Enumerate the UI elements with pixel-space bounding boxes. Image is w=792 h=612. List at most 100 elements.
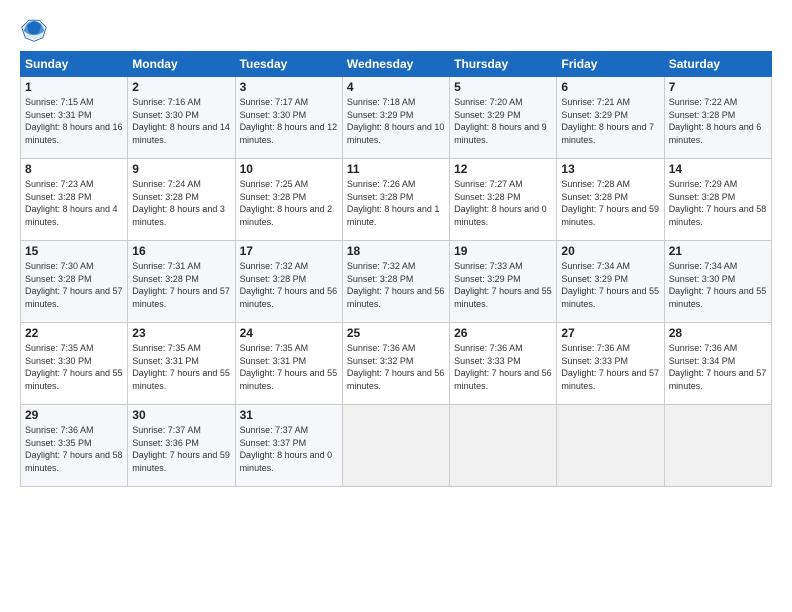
day-info: Sunrise: 7:28 AMSunset: 3:28 PMDaylight:…: [561, 178, 659, 228]
day-number: 21: [669, 244, 767, 258]
calendar-cell: 8 Sunrise: 7:23 AMSunset: 3:28 PMDayligh…: [21, 159, 128, 241]
calendar-cell: 3 Sunrise: 7:17 AMSunset: 3:30 PMDayligh…: [235, 77, 342, 159]
calendar-cell: 17 Sunrise: 7:32 AMSunset: 3:28 PMDaylig…: [235, 241, 342, 323]
header: [20, 15, 772, 43]
day-info: Sunrise: 7:36 AMSunset: 3:33 PMDaylight:…: [454, 342, 552, 392]
day-info: Sunrise: 7:35 AMSunset: 3:31 PMDaylight:…: [132, 342, 230, 392]
calendar-cell: 1 Sunrise: 7:15 AMSunset: 3:31 PMDayligh…: [21, 77, 128, 159]
day-header-wednesday: Wednesday: [342, 52, 449, 77]
day-number: 15: [25, 244, 123, 258]
calendar-cell: 25 Sunrise: 7:36 AMSunset: 3:32 PMDaylig…: [342, 323, 449, 405]
day-info: Sunrise: 7:30 AMSunset: 3:28 PMDaylight:…: [25, 260, 123, 310]
day-info: Sunrise: 7:36 AMSunset: 3:33 PMDaylight:…: [561, 342, 659, 392]
calendar-cell: 31 Sunrise: 7:37 AMSunset: 3:37 PMDaylig…: [235, 405, 342, 487]
day-info: Sunrise: 7:18 AMSunset: 3:29 PMDaylight:…: [347, 96, 445, 146]
day-info: Sunrise: 7:37 AMSunset: 3:36 PMDaylight:…: [132, 424, 230, 474]
day-number: 9: [132, 162, 230, 176]
day-number: 28: [669, 326, 767, 340]
calendar-cell: [342, 405, 449, 487]
day-number: 17: [240, 244, 338, 258]
day-info: Sunrise: 7:36 AMSunset: 3:35 PMDaylight:…: [25, 424, 123, 474]
day-number: 29: [25, 408, 123, 422]
day-number: 19: [454, 244, 552, 258]
calendar-cell: 22 Sunrise: 7:35 AMSunset: 3:30 PMDaylig…: [21, 323, 128, 405]
day-info: Sunrise: 7:24 AMSunset: 3:28 PMDaylight:…: [132, 178, 230, 228]
day-info: Sunrise: 7:23 AMSunset: 3:28 PMDaylight:…: [25, 178, 123, 228]
day-info: Sunrise: 7:35 AMSunset: 3:30 PMDaylight:…: [25, 342, 123, 392]
day-info: Sunrise: 7:34 AMSunset: 3:30 PMDaylight:…: [669, 260, 767, 310]
calendar-cell: 19 Sunrise: 7:33 AMSunset: 3:29 PMDaylig…: [450, 241, 557, 323]
day-number: 2: [132, 80, 230, 94]
day-info: Sunrise: 7:32 AMSunset: 3:28 PMDaylight:…: [240, 260, 338, 310]
day-number: 24: [240, 326, 338, 340]
day-info: Sunrise: 7:29 AMSunset: 3:28 PMDaylight:…: [669, 178, 767, 228]
calendar-cell: 15 Sunrise: 7:30 AMSunset: 3:28 PMDaylig…: [21, 241, 128, 323]
day-info: Sunrise: 7:36 AMSunset: 3:32 PMDaylight:…: [347, 342, 445, 392]
calendar-cell: 24 Sunrise: 7:35 AMSunset: 3:31 PMDaylig…: [235, 323, 342, 405]
week-row-4: 22 Sunrise: 7:35 AMSunset: 3:30 PMDaylig…: [21, 323, 772, 405]
calendar-cell: [557, 405, 664, 487]
calendar-cell: 26 Sunrise: 7:36 AMSunset: 3:33 PMDaylig…: [450, 323, 557, 405]
day-info: Sunrise: 7:26 AMSunset: 3:28 PMDaylight:…: [347, 178, 445, 228]
day-number: 14: [669, 162, 767, 176]
day-info: Sunrise: 7:35 AMSunset: 3:31 PMDaylight:…: [240, 342, 338, 392]
calendar-cell: 16 Sunrise: 7:31 AMSunset: 3:28 PMDaylig…: [128, 241, 235, 323]
week-row-5: 29 Sunrise: 7:36 AMSunset: 3:35 PMDaylig…: [21, 405, 772, 487]
day-info: Sunrise: 7:17 AMSunset: 3:30 PMDaylight:…: [240, 96, 338, 146]
day-info: Sunrise: 7:34 AMSunset: 3:29 PMDaylight:…: [561, 260, 659, 310]
calendar-cell: 11 Sunrise: 7:26 AMSunset: 3:28 PMDaylig…: [342, 159, 449, 241]
day-number: 20: [561, 244, 659, 258]
day-number: 16: [132, 244, 230, 258]
day-number: 13: [561, 162, 659, 176]
calendar-cell: 27 Sunrise: 7:36 AMSunset: 3:33 PMDaylig…: [557, 323, 664, 405]
day-header-tuesday: Tuesday: [235, 52, 342, 77]
day-info: Sunrise: 7:36 AMSunset: 3:34 PMDaylight:…: [669, 342, 767, 392]
calendar-cell: 6 Sunrise: 7:21 AMSunset: 3:29 PMDayligh…: [557, 77, 664, 159]
day-number: 12: [454, 162, 552, 176]
logo-icon: [20, 15, 48, 43]
day-info: Sunrise: 7:32 AMSunset: 3:28 PMDaylight:…: [347, 260, 445, 310]
day-info: Sunrise: 7:25 AMSunset: 3:28 PMDaylight:…: [240, 178, 338, 228]
day-info: Sunrise: 7:37 AMSunset: 3:37 PMDaylight:…: [240, 424, 338, 474]
calendar-cell: [664, 405, 771, 487]
day-number: 25: [347, 326, 445, 340]
day-number: 3: [240, 80, 338, 94]
day-number: 27: [561, 326, 659, 340]
day-number: 18: [347, 244, 445, 258]
calendar-cell: 29 Sunrise: 7:36 AMSunset: 3:35 PMDaylig…: [21, 405, 128, 487]
day-info: Sunrise: 7:22 AMSunset: 3:28 PMDaylight:…: [669, 96, 767, 146]
calendar-cell: 9 Sunrise: 7:24 AMSunset: 3:28 PMDayligh…: [128, 159, 235, 241]
week-row-1: 1 Sunrise: 7:15 AMSunset: 3:31 PMDayligh…: [21, 77, 772, 159]
day-number: 4: [347, 80, 445, 94]
day-info: Sunrise: 7:31 AMSunset: 3:28 PMDaylight:…: [132, 260, 230, 310]
calendar-cell: 13 Sunrise: 7:28 AMSunset: 3:28 PMDaylig…: [557, 159, 664, 241]
day-header-sunday: Sunday: [21, 52, 128, 77]
page: SundayMondayTuesdayWednesdayThursdayFrid…: [0, 0, 792, 612]
calendar-cell: 30 Sunrise: 7:37 AMSunset: 3:36 PMDaylig…: [128, 405, 235, 487]
calendar-header-row: SundayMondayTuesdayWednesdayThursdayFrid…: [21, 52, 772, 77]
day-header-monday: Monday: [128, 52, 235, 77]
calendar-cell: [450, 405, 557, 487]
calendar-cell: 20 Sunrise: 7:34 AMSunset: 3:29 PMDaylig…: [557, 241, 664, 323]
calendar-cell: 5 Sunrise: 7:20 AMSunset: 3:29 PMDayligh…: [450, 77, 557, 159]
day-header-thursday: Thursday: [450, 52, 557, 77]
calendar-cell: 10 Sunrise: 7:25 AMSunset: 3:28 PMDaylig…: [235, 159, 342, 241]
calendar-cell: 18 Sunrise: 7:32 AMSunset: 3:28 PMDaylig…: [342, 241, 449, 323]
day-number: 30: [132, 408, 230, 422]
day-number: 22: [25, 326, 123, 340]
day-info: Sunrise: 7:16 AMSunset: 3:30 PMDaylight:…: [132, 96, 230, 146]
week-row-3: 15 Sunrise: 7:30 AMSunset: 3:28 PMDaylig…: [21, 241, 772, 323]
calendar-cell: 2 Sunrise: 7:16 AMSunset: 3:30 PMDayligh…: [128, 77, 235, 159]
calendar-cell: 23 Sunrise: 7:35 AMSunset: 3:31 PMDaylig…: [128, 323, 235, 405]
day-number: 6: [561, 80, 659, 94]
calendar-cell: 14 Sunrise: 7:29 AMSunset: 3:28 PMDaylig…: [664, 159, 771, 241]
day-number: 1: [25, 80, 123, 94]
calendar-cell: 12 Sunrise: 7:27 AMSunset: 3:28 PMDaylig…: [450, 159, 557, 241]
day-info: Sunrise: 7:21 AMSunset: 3:29 PMDaylight:…: [561, 96, 659, 146]
week-row-2: 8 Sunrise: 7:23 AMSunset: 3:28 PMDayligh…: [21, 159, 772, 241]
day-header-friday: Friday: [557, 52, 664, 77]
day-number: 31: [240, 408, 338, 422]
day-info: Sunrise: 7:27 AMSunset: 3:28 PMDaylight:…: [454, 178, 552, 228]
day-number: 26: [454, 326, 552, 340]
calendar-table: SundayMondayTuesdayWednesdayThursdayFrid…: [20, 51, 772, 487]
